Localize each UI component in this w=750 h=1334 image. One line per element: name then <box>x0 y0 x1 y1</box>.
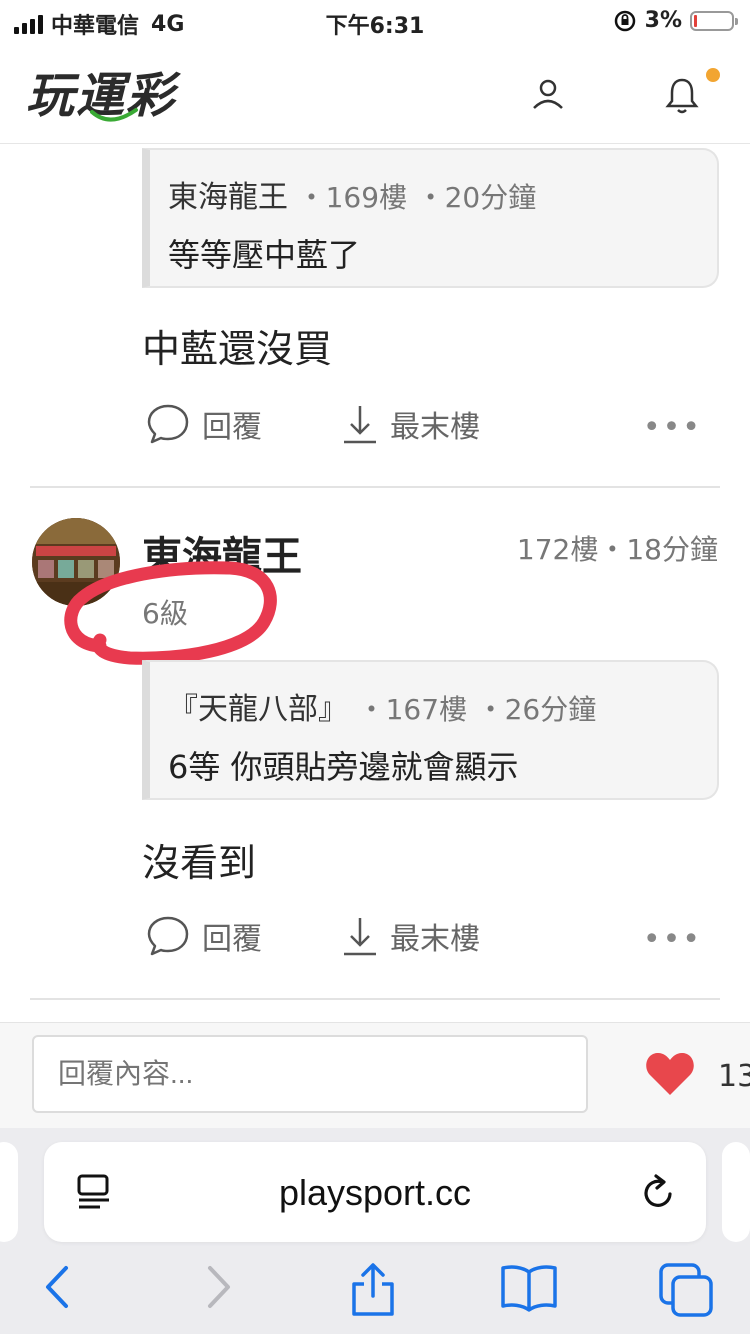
annotation-circle <box>64 561 277 665</box>
next-tab-peek[interactable] <box>722 1142 750 1242</box>
last-floor-label: 最末樓 <box>390 922 480 957</box>
reply-input[interactable] <box>32 1035 588 1113</box>
divider <box>30 998 720 1000</box>
post-time: 18分鐘 <box>626 533 718 566</box>
status-bar: 中華電信 4G 下午6:31 3% <box>0 0 750 42</box>
logo-swoosh-icon <box>90 108 138 122</box>
more-button[interactable]: ••• <box>643 410 702 445</box>
reply-button[interactable]: 回覆 <box>146 914 262 958</box>
user-icon[interactable] <box>528 74 568 114</box>
reply-label: 回覆 <box>202 410 262 445</box>
post-body: 沒看到 <box>142 841 257 885</box>
battery-icon <box>690 10 738 31</box>
heart-icon[interactable] <box>644 1049 696 1097</box>
comment-icon <box>147 404 189 444</box>
last-floor-label: 最末樓 <box>390 410 480 445</box>
app-header: 玩運彩 <box>0 44 750 144</box>
download-arrow-icon <box>344 406 376 444</box>
quote-floor: 169樓 <box>325 181 408 214</box>
orientation-lock-icon <box>614 10 635 31</box>
bell-icon[interactable] <box>662 74 702 116</box>
reply-bar: 13 <box>0 1022 750 1128</box>
post-actions: 回覆 最末樓 ••• <box>142 914 702 964</box>
divider <box>30 486 720 488</box>
tabs-icon[interactable] <box>658 1262 714 1318</box>
address-bar[interactable]: playsport.cc <box>44 1142 706 1242</box>
quote-author: 『天龍八部』 <box>168 692 348 727</box>
last-floor-button[interactable]: 最末樓 <box>342 914 480 958</box>
battery-percent: 3% <box>644 8 682 33</box>
post-floor: 172樓 <box>516 533 599 566</box>
reload-icon[interactable] <box>640 1172 676 1212</box>
quote-text: 6等 你頭貼旁邊就會顯示 <box>168 748 519 786</box>
forward-icon[interactable] <box>200 1262 236 1312</box>
url-text[interactable]: playsport.cc <box>44 1172 706 1214</box>
bookmarks-icon[interactable] <box>500 1262 558 1312</box>
post-actions: 回覆 最末樓 ••• <box>142 402 702 452</box>
like-count: 13 <box>718 1059 750 1094</box>
browser-toolbar: playsport.cc <box>0 1128 750 1334</box>
reply-button[interactable]: 回覆 <box>146 402 262 446</box>
reply-label: 回覆 <box>202 922 262 957</box>
notification-dot <box>706 68 720 82</box>
quote-author: 東海龍王 <box>168 180 288 215</box>
quote-floor: 167樓 <box>385 693 468 726</box>
quote-time: 20分鐘 <box>444 181 537 214</box>
previous-tab-peek[interactable] <box>0 1142 18 1242</box>
last-floor-button[interactable]: 最末樓 <box>342 402 480 446</box>
back-icon[interactable] <box>40 1262 76 1312</box>
post-meta: 172樓・18分鐘 <box>516 533 718 566</box>
status-right: 3% <box>613 8 738 33</box>
quote-text: 等等壓中藍了 <box>168 236 361 274</box>
quote-block: 東海龍王 ・169樓 ・20分鐘 等等壓中藍了 <box>142 148 719 288</box>
share-icon[interactable] <box>348 1262 398 1318</box>
quote-block: 『天龍八部』 ・167樓 ・26分鐘 6等 你頭貼旁邊就會顯示 <box>142 660 719 800</box>
comment-icon <box>147 916 189 956</box>
browser-nav <box>0 1254 750 1324</box>
download-arrow-icon <box>344 918 376 956</box>
more-button[interactable]: ••• <box>643 922 702 957</box>
post-body: 中藍還沒買 <box>142 327 333 371</box>
quote-time: 26分鐘 <box>504 693 597 726</box>
